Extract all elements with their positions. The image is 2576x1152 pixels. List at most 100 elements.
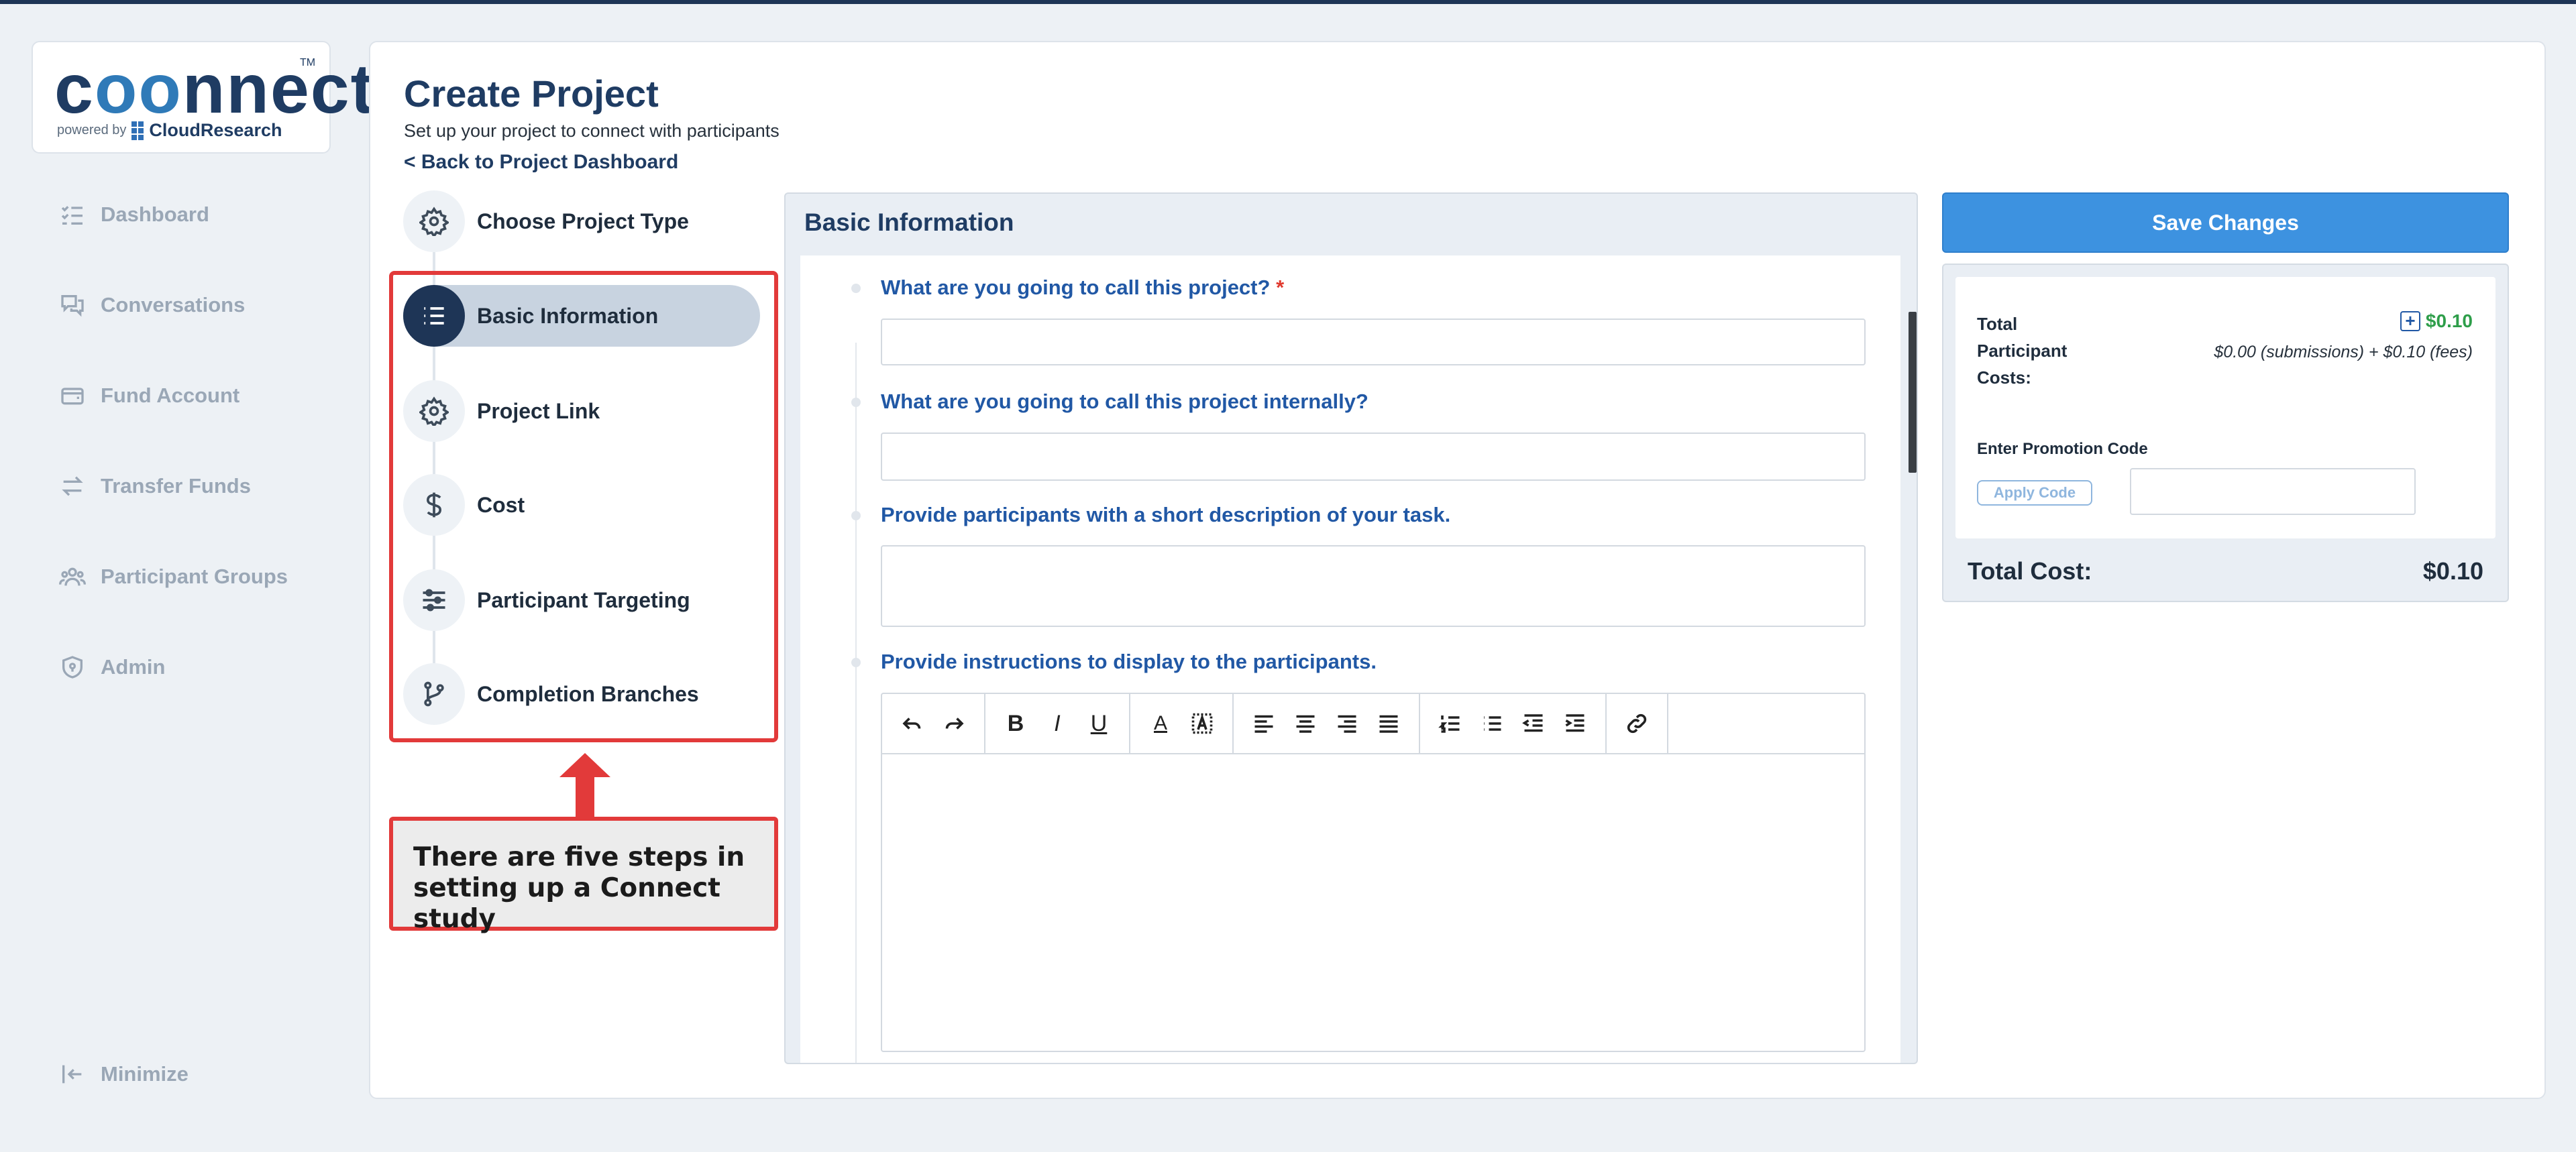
question-dot — [851, 511, 861, 520]
back-to-dashboard-link[interactable]: < Back to Project Dashboard — [404, 151, 678, 174]
format-group: B I U — [985, 694, 1130, 753]
connect-logo: coonnect — [54, 50, 376, 128]
instructions-rich-text-editor[interactable]: B I U A — [881, 693, 1866, 1052]
form-scrollbar-thumb[interactable] — [1909, 312, 1917, 473]
promotion-code-input[interactable] — [2130, 468, 2416, 515]
total-participant-costs: + $0.10 — [2400, 310, 2473, 332]
annotation-up-arrow — [559, 753, 610, 820]
collapse-left-icon — [62, 1065, 82, 1084]
align-left-icon[interactable] — [1243, 703, 1285, 744]
align-justify-icon[interactable] — [1368, 703, 1409, 744]
nav-label: Admin — [101, 655, 166, 679]
question-dot — [851, 398, 861, 407]
form-body: What are you going to call this project?… — [800, 255, 1900, 1063]
editor-toolbar: B I U A — [882, 694, 1864, 754]
dollar-icon — [426, 492, 442, 518]
costs-breakdown: $0.00 (submissions) + $0.10 (fees) — [2214, 343, 2473, 361]
ordered-list-icon[interactable] — [1430, 703, 1471, 744]
undo-icon[interactable] — [892, 703, 933, 744]
internal-name-label: What are you going to call this project … — [881, 390, 1368, 413]
basic-information-panel: Basic Information What are you going to … — [784, 192, 1918, 1064]
top-border — [0, 0, 2576, 4]
indent-icon[interactable] — [1554, 703, 1596, 744]
step-icon-circle — [403, 190, 465, 252]
cost-details-card: Total Participant Costs: + $0.10 $0.00 (… — [1955, 277, 2496, 538]
nav-label: Participant Groups — [101, 565, 288, 588]
total-cost-label: Total Cost: — [1968, 557, 2092, 585]
panel-heading: Basic Information — [804, 209, 1014, 236]
list-group — [1420, 694, 1607, 753]
total-cost-value: $0.10 — [2422, 557, 2483, 585]
users-icon — [59, 567, 86, 586]
nav-item-admin[interactable]: Admin — [59, 654, 165, 681]
question-connector-line — [855, 343, 857, 1063]
trademark-mark: TM — [300, 57, 316, 68]
link-icon[interactable] — [1616, 703, 1658, 744]
font-color-icon[interactable]: A — [1140, 703, 1181, 744]
align-center-icon[interactable] — [1285, 703, 1326, 744]
sliders-icon — [423, 589, 445, 612]
short-description-textarea[interactable] — [881, 545, 1866, 627]
highlight-icon[interactable] — [1181, 703, 1223, 744]
nav-item-transfer-funds[interactable]: Transfer Funds — [59, 473, 251, 500]
nav-item-participant-groups[interactable]: Participant Groups — [59, 563, 288, 590]
editor-content-area[interactable] — [882, 754, 1864, 1049]
project-name-input[interactable] — [881, 319, 1866, 365]
nav-item-dashboard[interactable]: Dashboard — [59, 201, 209, 228]
redo-icon[interactable] — [933, 703, 975, 744]
question-text: What are you going to call this project? — [881, 276, 1271, 299]
powered-by-text: powered by — [57, 123, 127, 137]
question-dot — [851, 658, 861, 667]
cost-summary-panel: Total Participant Costs: + $0.10 $0.00 (… — [1942, 264, 2509, 602]
nav-label: Fund Account — [101, 384, 240, 407]
project-name-label: What are you going to call this project?… — [881, 276, 1284, 300]
internal-name-input[interactable] — [881, 433, 1866, 481]
nav-item-fund-account[interactable]: Fund Account — [59, 382, 239, 409]
step-icon-circle — [403, 380, 465, 442]
list-icon — [424, 307, 444, 325]
color-group: A — [1130, 694, 1234, 753]
align-group — [1234, 694, 1420, 753]
required-asterisk: * — [1276, 276, 1285, 299]
align-right-icon[interactable] — [1326, 703, 1368, 744]
step-icon-circle — [403, 569, 465, 631]
total-participant-costs-value: $0.10 — [2425, 310, 2473, 331]
cloudresearch-logo-icon — [131, 121, 144, 140]
italic-icon[interactable]: I — [1036, 703, 1078, 744]
save-changes-button[interactable]: Save Changes — [1942, 192, 2509, 253]
nav-label: Dashboard — [101, 203, 209, 226]
nav-label: Transfer Funds — [101, 474, 251, 498]
powered-by-line: powered by CloudResearch — [57, 120, 282, 141]
bold-icon[interactable]: B — [995, 703, 1036, 744]
minimize-button[interactable]: Minimize — [59, 1061, 189, 1088]
page-title: Create Project — [404, 72, 659, 115]
bullet-list-icon[interactable] — [1471, 703, 1513, 744]
transfer-arrows-icon — [62, 476, 83, 496]
branch-icon — [424, 681, 444, 707]
gear-icon — [419, 396, 449, 426]
shield-icon — [62, 656, 83, 679]
step-icon-circle — [403, 663, 465, 725]
gear-icon — [419, 207, 449, 236]
wallet-icon — [61, 388, 84, 405]
question-dot — [851, 284, 861, 293]
cloudresearch-name: CloudResearch — [149, 120, 282, 140]
link-group — [1607, 694, 1668, 753]
underline-icon[interactable]: U — [1078, 703, 1120, 744]
page-subtitle: Set up your project to connect with part… — [404, 121, 780, 141]
expand-plus-icon[interactable]: + — [2400, 311, 2420, 331]
minimize-label: Minimize — [101, 1062, 189, 1086]
step-icon-circle — [403, 474, 465, 536]
chat-bubbles-icon — [61, 295, 84, 317]
logo-card[interactable]: coonnect TM powered by CloudResearch — [32, 41, 374, 154]
annotation-callout: There are five steps in setting up a Con… — [389, 817, 778, 934]
apply-code-button[interactable]: Apply Code — [1977, 480, 2092, 506]
step-label: Choose Project Type — [477, 209, 689, 233]
step-icon-circle — [403, 285, 465, 347]
nav-label: Conversations — [101, 293, 246, 316]
outdent-icon[interactable] — [1513, 703, 1554, 744]
step-choose-project-type[interactable]: Choose Project Type — [403, 190, 689, 252]
nav-item-conversations[interactable]: Conversations — [59, 292, 245, 319]
total-participant-costs-label: Total Participant Costs: — [1977, 314, 2068, 388]
step-label: Basic Information — [477, 303, 659, 328]
